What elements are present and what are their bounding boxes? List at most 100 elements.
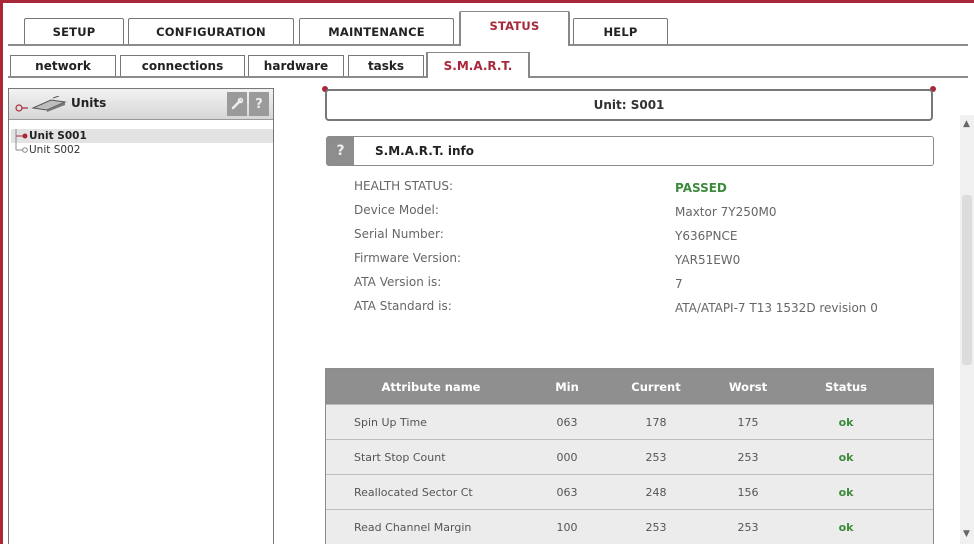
window-frame-top (0, 0, 974, 3)
subtab-hardware-label: hardware (263, 59, 329, 73)
attribute-min: 063 (556, 415, 578, 429)
content-scrollbar[interactable]: ▲ ▼ (960, 115, 974, 544)
attribute-worst: 253 (737, 520, 759, 534)
attribute-status: ok (838, 450, 854, 464)
table-row: Start Stop Count 000 253 253 ok (326, 439, 933, 474)
tab-status-label: STATUS (489, 19, 540, 33)
attribute-worst: 253 (737, 450, 759, 464)
scroll-down-icon[interactable]: ▼ (963, 529, 970, 539)
attribute-name: Read Channel Margin (354, 520, 472, 534)
info-row-health: HEALTH STATUS: PASSED (354, 179, 914, 203)
main-tab-bar: SETUP CONFIGURATION MAINTENANCE STATUS H… (8, 11, 968, 47)
col-status: Status (824, 379, 868, 394)
units-tree: Unit S001 Unit S002 (11, 129, 273, 157)
attribute-current: 253 (645, 520, 667, 534)
info-label: ATA Standard is: (354, 299, 452, 313)
tree-node-icon (15, 129, 28, 143)
attribute-status: ok (838, 520, 854, 534)
tab-status[interactable]: STATUS (459, 11, 570, 46)
table-row: Read Channel Margin 100 253 253 ok (326, 509, 933, 544)
tree-item-label: Unit S002 (29, 144, 81, 156)
info-label: Device Model: (354, 203, 439, 217)
attributes-table: Attribute name Min Current Worst Status … (325, 368, 934, 544)
tree-item-unit-s001[interactable]: Unit S001 (11, 129, 273, 143)
units-panel: Units ? Unit S001 Unit S002 (8, 88, 274, 544)
info-value: 7 (675, 277, 683, 291)
scrollbar-thumb[interactable] (962, 195, 972, 365)
attribute-status: ok (838, 415, 854, 429)
attribute-min: 100 (556, 520, 578, 534)
subtab-tasks[interactable]: tasks (348, 55, 424, 76)
subtab-hardware[interactable]: hardware (248, 55, 344, 76)
subtab-network-label: network (35, 59, 91, 73)
subtab-connections-label: connections (141, 59, 224, 73)
smart-help-button[interactable]: ? (327, 137, 354, 165)
subtab-connections[interactable]: connections (120, 55, 245, 76)
tab-maintenance[interactable]: MAINTENANCE (299, 18, 454, 44)
subtab-tasks-label: tasks (367, 59, 405, 73)
tab-setup[interactable]: SETUP (24, 18, 124, 44)
info-label: ATA Version is: (354, 275, 442, 289)
tree-item-label: Unit S001 (29, 130, 87, 142)
attribute-min: 000 (556, 450, 578, 464)
wrench-icon (231, 97, 244, 110)
attribute-worst: 156 (737, 485, 759, 499)
tree-node-icon (15, 143, 28, 153)
units-title: Units (71, 96, 107, 110)
units-help-button[interactable]: ? (249, 92, 269, 116)
info-value: Maxtor 7Y250M0 (675, 205, 777, 219)
subtab-smart-label: S.M.A.R.T. (443, 58, 513, 73)
tab-configuration[interactable]: CONFIGURATION (128, 18, 294, 44)
attribute-current: 178 (645, 415, 667, 429)
scroll-up-icon[interactable]: ▲ (963, 119, 970, 129)
pin-icon (15, 104, 28, 112)
attribute-current: 248 (645, 485, 667, 499)
info-label: Serial Number: (354, 227, 444, 241)
info-value: Y636PNCE (675, 229, 738, 243)
col-current: Current (631, 379, 681, 394)
info-row-ata-version: ATA Version is: 7 (354, 275, 914, 299)
info-row-ata-standard: ATA Standard is: ATA/ATAPI-7 T13 1532D r… (354, 299, 914, 323)
unit-header-label: Unit: S001 (593, 98, 665, 112)
tab-help-label: HELP (603, 24, 638, 39)
table-header: Attribute name Min Current Worst Status (326, 369, 933, 404)
drive-icon (31, 96, 67, 112)
smart-help-label: ? (336, 143, 345, 159)
sub-tab-bar: network connections hardware tasks S.M.A… (8, 52, 968, 78)
edit-units-button[interactable] (227, 92, 247, 116)
attribute-name: Reallocated Sector Ct (354, 485, 473, 499)
tree-item-unit-s002[interactable]: Unit S002 (11, 143, 273, 157)
health-status-value: PASSED (675, 181, 727, 195)
subtab-smart[interactable]: S.M.A.R.T. (426, 52, 530, 78)
info-row-device-model: Device Model: Maxtor 7Y250M0 (354, 203, 914, 227)
info-value: YAR51EW0 (675, 253, 741, 267)
units-help-label: ? (255, 96, 263, 112)
col-attribute-name: Attribute name (381, 379, 481, 394)
table-row: Reallocated Sector Ct 063 248 156 ok (326, 474, 933, 509)
window-frame-left (0, 0, 3, 544)
info-row-serial: Serial Number: Y636PNCE (354, 227, 914, 251)
tab-setup-label: SETUP (52, 24, 96, 39)
subtab-network[interactable]: network (10, 55, 116, 76)
unit-header: Unit: S001 (325, 89, 933, 121)
tab-maintenance-label: MAINTENANCE (328, 24, 425, 39)
tab-configuration-label: CONFIGURATION (156, 24, 266, 39)
info-row-firmware: Firmware Version: YAR51EW0 (354, 251, 914, 275)
table-row: Spin Up Time 063 178 175 ok (326, 404, 933, 439)
attribute-name: Spin Up Time (354, 415, 427, 429)
info-label: Firmware Version: (354, 251, 461, 265)
info-label: HEALTH STATUS: (354, 179, 454, 193)
attribute-current: 253 (645, 450, 667, 464)
col-worst: Worst (728, 379, 768, 394)
tab-help[interactable]: HELP (573, 18, 668, 44)
col-min: Min (555, 379, 579, 394)
smart-info-title: S.M.A.R.T. info (375, 144, 475, 158)
attribute-status: ok (838, 485, 854, 499)
attribute-worst: 175 (737, 415, 759, 429)
smart-info-list: HEALTH STATUS: PASSED Device Model: Maxt… (354, 179, 914, 323)
units-panel-header: Units ? (9, 89, 273, 120)
info-value: ATA/ATAPI-7 T13 1532D revision 0 (675, 301, 878, 315)
attribute-name: Start Stop Count (354, 450, 446, 464)
smart-info-header: ? S.M.A.R.T. info (326, 136, 934, 166)
attribute-min: 063 (556, 485, 578, 499)
